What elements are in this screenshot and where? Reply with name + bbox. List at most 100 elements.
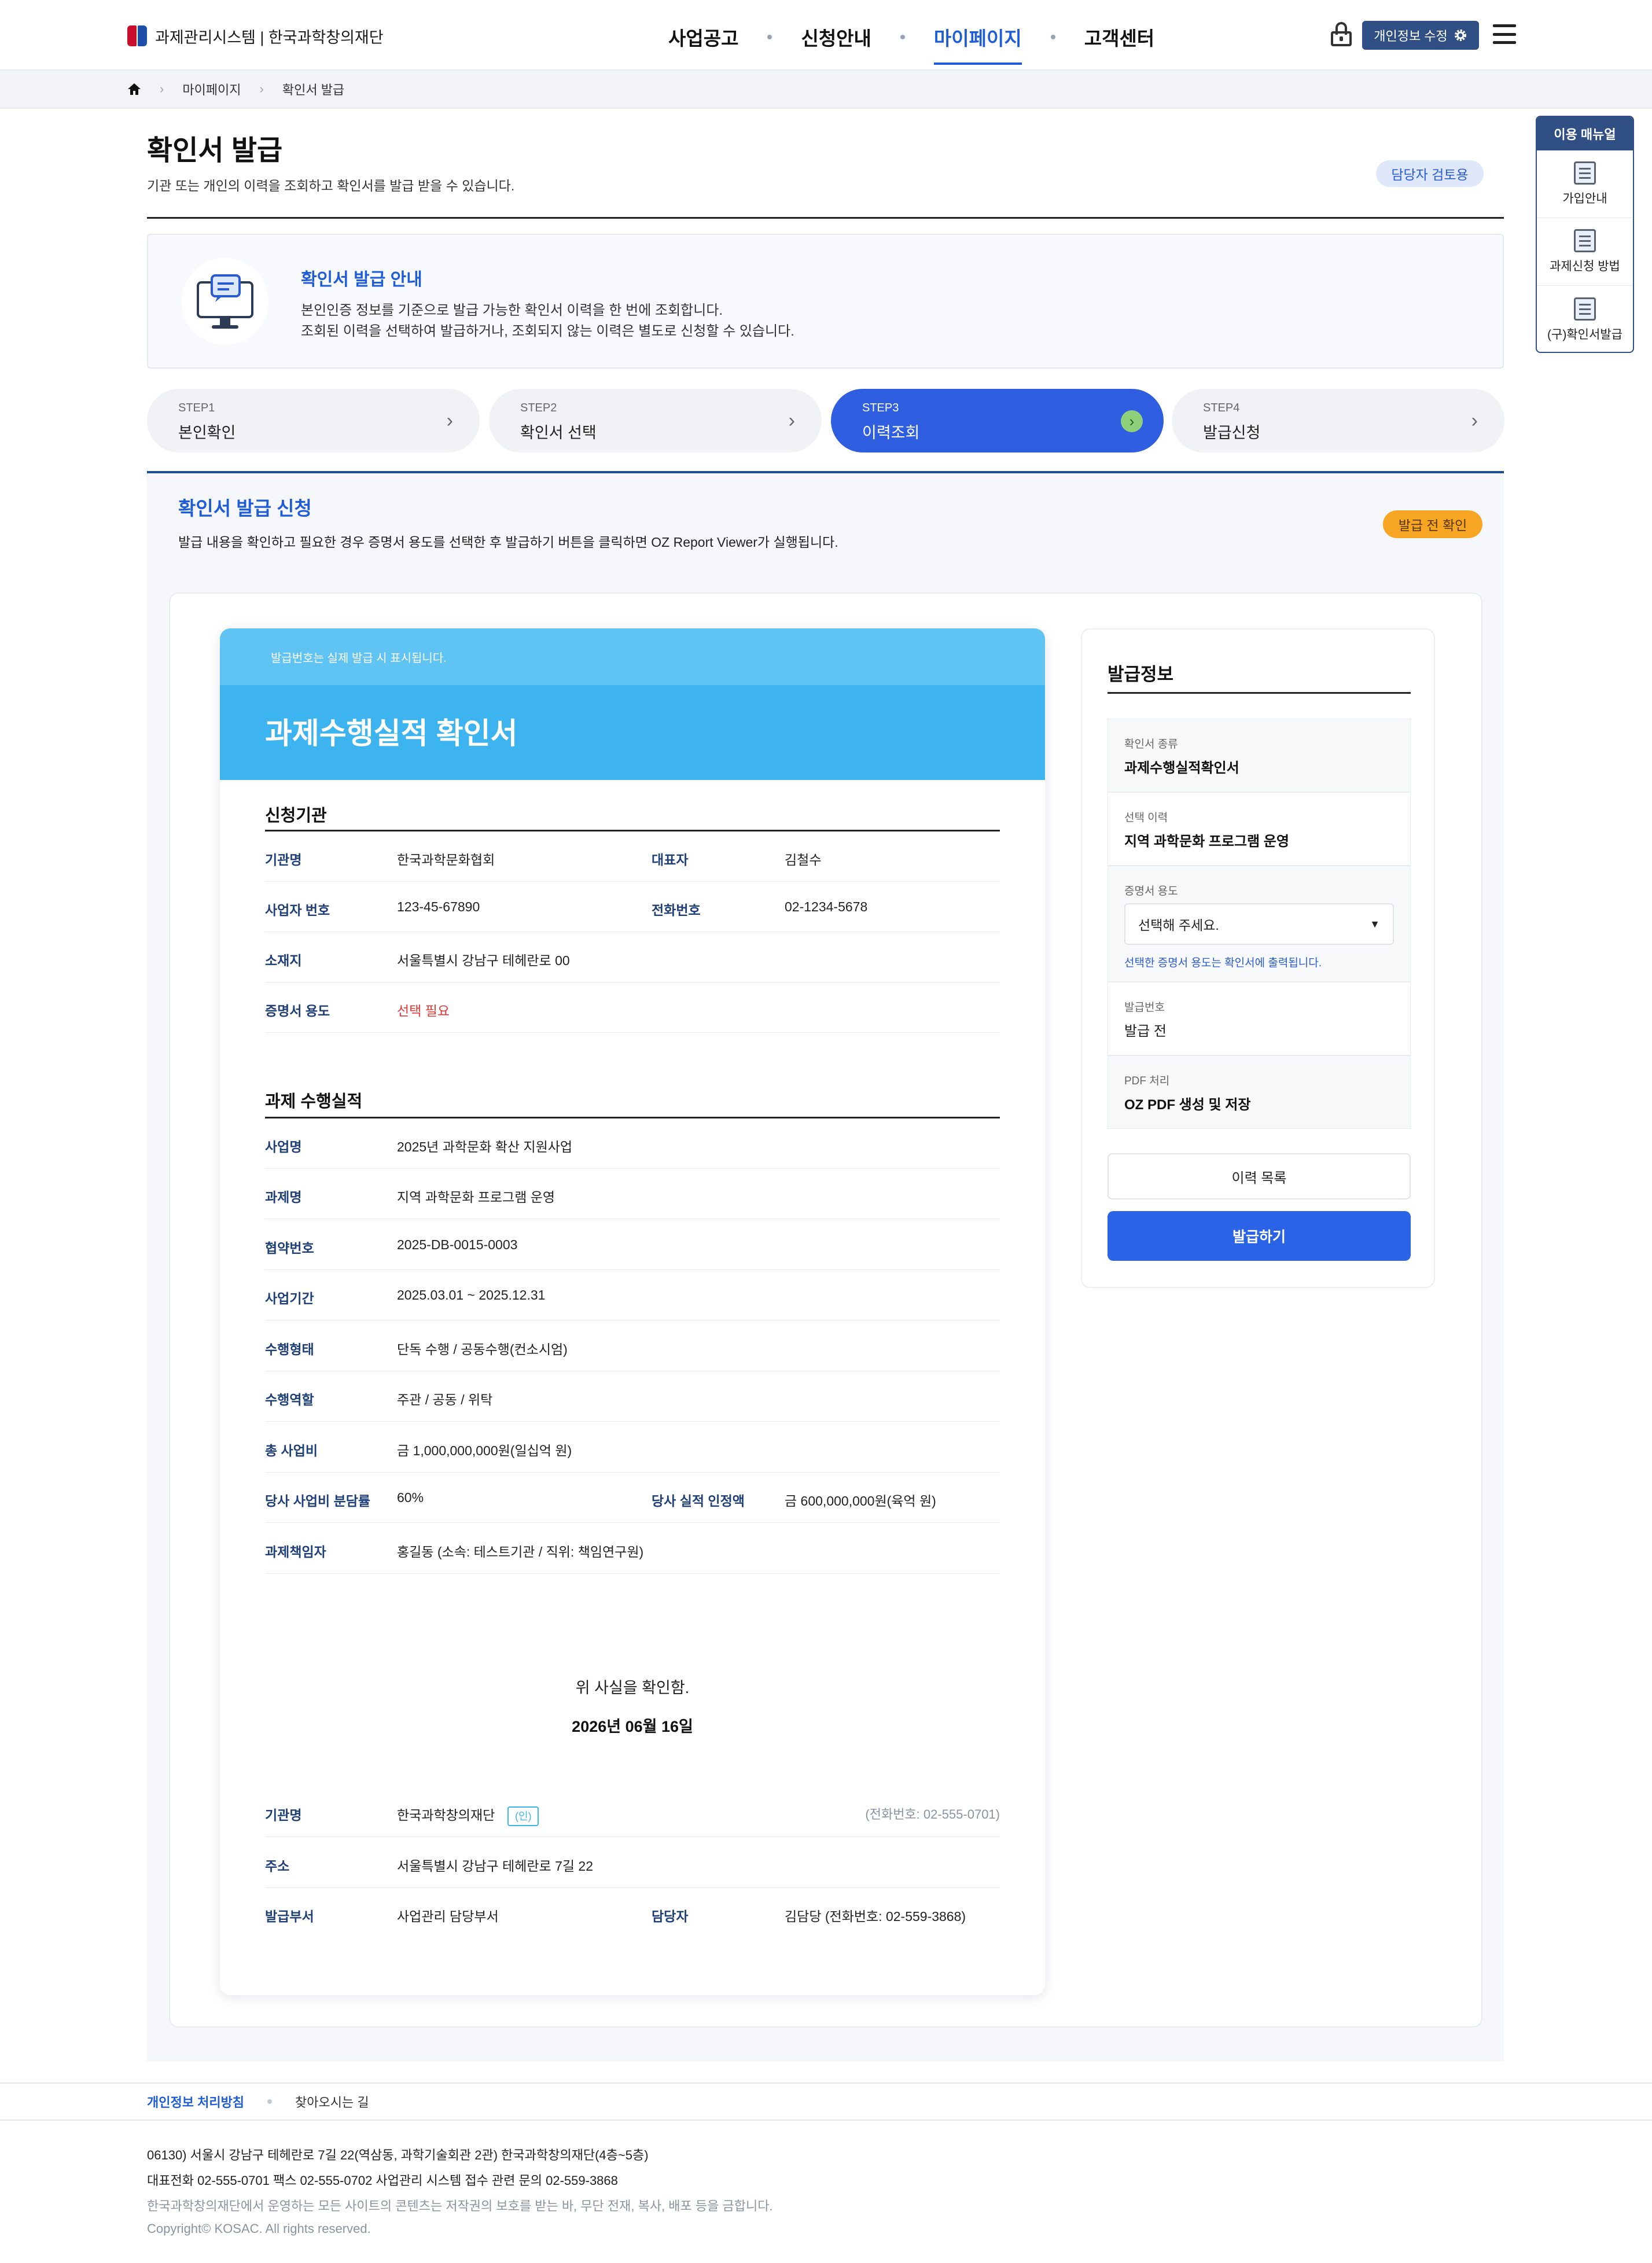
title-divider: [147, 217, 1504, 219]
purpose-select[interactable]: 선택해 주세요. ▼: [1124, 903, 1394, 945]
directions-link[interactable]: 찾아오시는 길: [295, 2092, 369, 2111]
request-description: 발급 내용을 확인하고 필요한 경우 증명서 용도를 선택한 후 발급하기 버튼…: [178, 535, 838, 550]
field-value: 단독 수행 / 공동수행(컨소시엄): [397, 1342, 568, 1357]
home-icon[interactable]: [127, 83, 141, 95]
footer-address: 06130) 서울시 강남구 테헤란로 7길 22(역삼동, 과학기술회관 2관…: [147, 2148, 649, 2162]
chevron-right-circle-icon: ›: [1121, 410, 1143, 432]
purpose-required-value: 선택 필요: [397, 1003, 450, 1018]
manual-item-label: (구)확인서발급: [1547, 328, 1622, 341]
privacy-policy-link[interactable]: 개인정보 처리방침: [147, 2092, 244, 2111]
breadcrumb-mypage[interactable]: 마이페이지: [182, 80, 241, 98]
table-row: 발급부서 사업관리 담당부서 담당자 김담당 (전화번호: 02-559-386…: [265, 1888, 1000, 1938]
manual-item-signup[interactable]: 가입안내: [1537, 150, 1633, 218]
confirm-text: 위 사실을 확인함.: [575, 1679, 690, 1697]
field-label: 수행역할: [265, 1392, 314, 1407]
issue-number-field: 발급번호 발급 전: [1108, 982, 1411, 1055]
manual-item-apply[interactable]: 과제신청 방법: [1537, 218, 1633, 286]
selected-history-field: 선택 이력 지역 과학문화 프로그램 운영: [1108, 792, 1411, 866]
logo[interactable]: 과제관리시스템 | 한국과학창의재단: [126, 24, 384, 47]
manual-title: 이용 매뉴얼: [1537, 117, 1633, 150]
step-label: STEP1: [178, 402, 215, 414]
profile-edit-button[interactable]: 개인정보 수정: [1362, 21, 1479, 50]
main-nav: 사업공고 신청안내 마이페이지 고객센터: [668, 23, 1154, 65]
footer-contacts: 대표전화 02-555-0701 팩스 02-555-0702 사업관리 시스템…: [147, 2173, 618, 2188]
nav-separator: [1050, 35, 1055, 39]
issuer-org: 한국과학창의재단 (인): [397, 1804, 539, 1826]
field-label: 협약번호: [265, 1241, 314, 1256]
field-label: 당사 사업비 분담률: [265, 1493, 371, 1508]
field-label: 사업자 번호: [265, 903, 330, 918]
manual-item-label: 과제신청 방법: [1550, 260, 1620, 273]
page-title: 확인서 발급: [147, 135, 283, 166]
field-label: 증명서 용도: [1124, 885, 1178, 897]
field-label: PDF 처리: [1124, 1075, 1170, 1087]
field-label: 증명서 용도: [265, 1003, 330, 1018]
field-label: 소재지: [265, 953, 302, 968]
request-card: 발급번호는 실제 발급 시 표시됩니다. 과제수행실적 확인서 신청기관 기관명…: [169, 593, 1482, 2027]
field-value: 발급 전: [1124, 1024, 1167, 1039]
certificate-type-field: 확인서 종류 과제수행실적확인서: [1108, 719, 1411, 792]
info-line: 조회된 이력을 선택하여 발급하거나, 조회되지 않는 이력은 별도로 신청할 …: [301, 323, 794, 339]
field-value: 김철수: [785, 852, 822, 867]
field-value: 서울특별시 강남구 테헤란로 7길 22: [397, 1859, 594, 1874]
step-4[interactable]: STEP4 발급신청 ›: [1172, 389, 1504, 452]
nav-item-support[interactable]: 고객센터: [1084, 23, 1154, 51]
table-row: 사업자 번호 123-45-67890 전화번호 02-1234-5678: [265, 882, 1000, 932]
caret-down-icon: ▼: [1370, 918, 1380, 930]
field-label: 기관명: [265, 852, 302, 867]
issue-date: 2026년 06월 16일: [572, 1718, 693, 1735]
field-label: 대표자: [652, 852, 689, 867]
history-list-button[interactable]: 이력 목록: [1108, 1153, 1411, 1199]
step-2[interactable]: STEP2 확인서 선택 ›: [489, 389, 822, 452]
step-1[interactable]: STEP1 본인확인 ›: [147, 389, 480, 452]
field-label: 사업기간: [265, 1291, 314, 1306]
table-row: 협약번호 2025-DB-0015-0003: [265, 1220, 1000, 1270]
manual-item-legacy-issue[interactable]: (구)확인서발급: [1537, 286, 1633, 352]
pre-issue-badge: 발급 전 확인: [1383, 510, 1482, 538]
reviewer-badge: 담당자 검토용: [1376, 160, 1484, 187]
certificate-notice: 발급번호는 실제 발급 시 표시됩니다.: [271, 652, 447, 665]
field-value: 지역 과학문화 프로그램 운영: [1124, 834, 1289, 849]
field-value: 60%: [397, 1490, 424, 1505]
field-value: OZ PDF 생성 및 저장: [1124, 1097, 1251, 1113]
request-section: 확인서 발급 신청 발급 내용을 확인하고 필요한 경우 증명서 용도를 선택한…: [147, 473, 1504, 2062]
hamburger-menu-icon[interactable]: [1493, 24, 1516, 44]
step-name: 발급신청: [1203, 424, 1261, 441]
field-label: 과제명: [265, 1190, 302, 1205]
field-label: 기관명: [265, 1808, 302, 1823]
field-label: 발급번호: [1124, 1002, 1165, 1014]
field-value: 과제수행실적확인서: [1124, 760, 1239, 776]
table-row: 기관명 한국과학창의재단 (인) (전화번호: 02-555-0701): [265, 1787, 1000, 1837]
table-row: 총 사업비 금 1,000,000,000원(일십억 원): [265, 1422, 1000, 1473]
field-label: 당사 실적 인정액: [652, 1493, 745, 1508]
field-value: 한국과학창의재단: [397, 1808, 495, 1823]
field-value: 2025년 과학문화 확산 지원사업: [397, 1139, 573, 1154]
table-row: 당사 사업비 분담률 60% 당사 실적 인정액 금 600,000,000원(…: [265, 1473, 1000, 1523]
footer-copyright: Copyright© KOSAC. All rights reserved.: [147, 2221, 371, 2236]
field-label: 발급부서: [265, 1909, 314, 1924]
table-row: 증명서 용도 선택 필요: [265, 983, 1000, 1033]
document-icon: [1574, 297, 1596, 321]
field-label: 사업명: [265, 1139, 302, 1154]
issue-button[interactable]: 발급하기: [1108, 1211, 1411, 1261]
nav-item-announcement[interactable]: 사업공고: [668, 23, 738, 51]
field-value: 2025.03.01 ~ 2025.12.31: [397, 1287, 546, 1302]
nav-item-guide[interactable]: 신청안내: [801, 23, 871, 51]
step-label: STEP2: [520, 402, 557, 414]
nav-item-mypage[interactable]: 마이페이지: [933, 23, 1022, 65]
table-row: 과제명 지역 과학문화 프로그램 운영: [265, 1169, 1000, 1219]
seal-stamp: (인): [507, 1806, 539, 1826]
breadcrumb: › 마이페이지 › 확인서 발급: [0, 71, 1652, 109]
applicant-heading: 신청기관: [265, 807, 327, 825]
lock-icon[interactable]: [1331, 22, 1352, 46]
field-label: 담당자: [652, 1909, 689, 1924]
monitor-chat-icon: [182, 258, 268, 345]
field-value: 금 1,000,000,000원(일십억 원): [397, 1443, 572, 1458]
section-divider: [1108, 692, 1411, 694]
logo-text: 과제관리시스템 | 한국과학창의재단: [155, 28, 384, 46]
nav-separator: [767, 35, 772, 39]
step-3[interactable]: STEP3 이력조회 ›: [831, 389, 1164, 452]
table-row: 기관명 한국과학문화협회 대표자 김철수: [265, 831, 1000, 882]
purpose-select-value: 선택해 주세요.: [1138, 918, 1219, 933]
request-title: 확인서 발급 신청: [178, 498, 312, 519]
